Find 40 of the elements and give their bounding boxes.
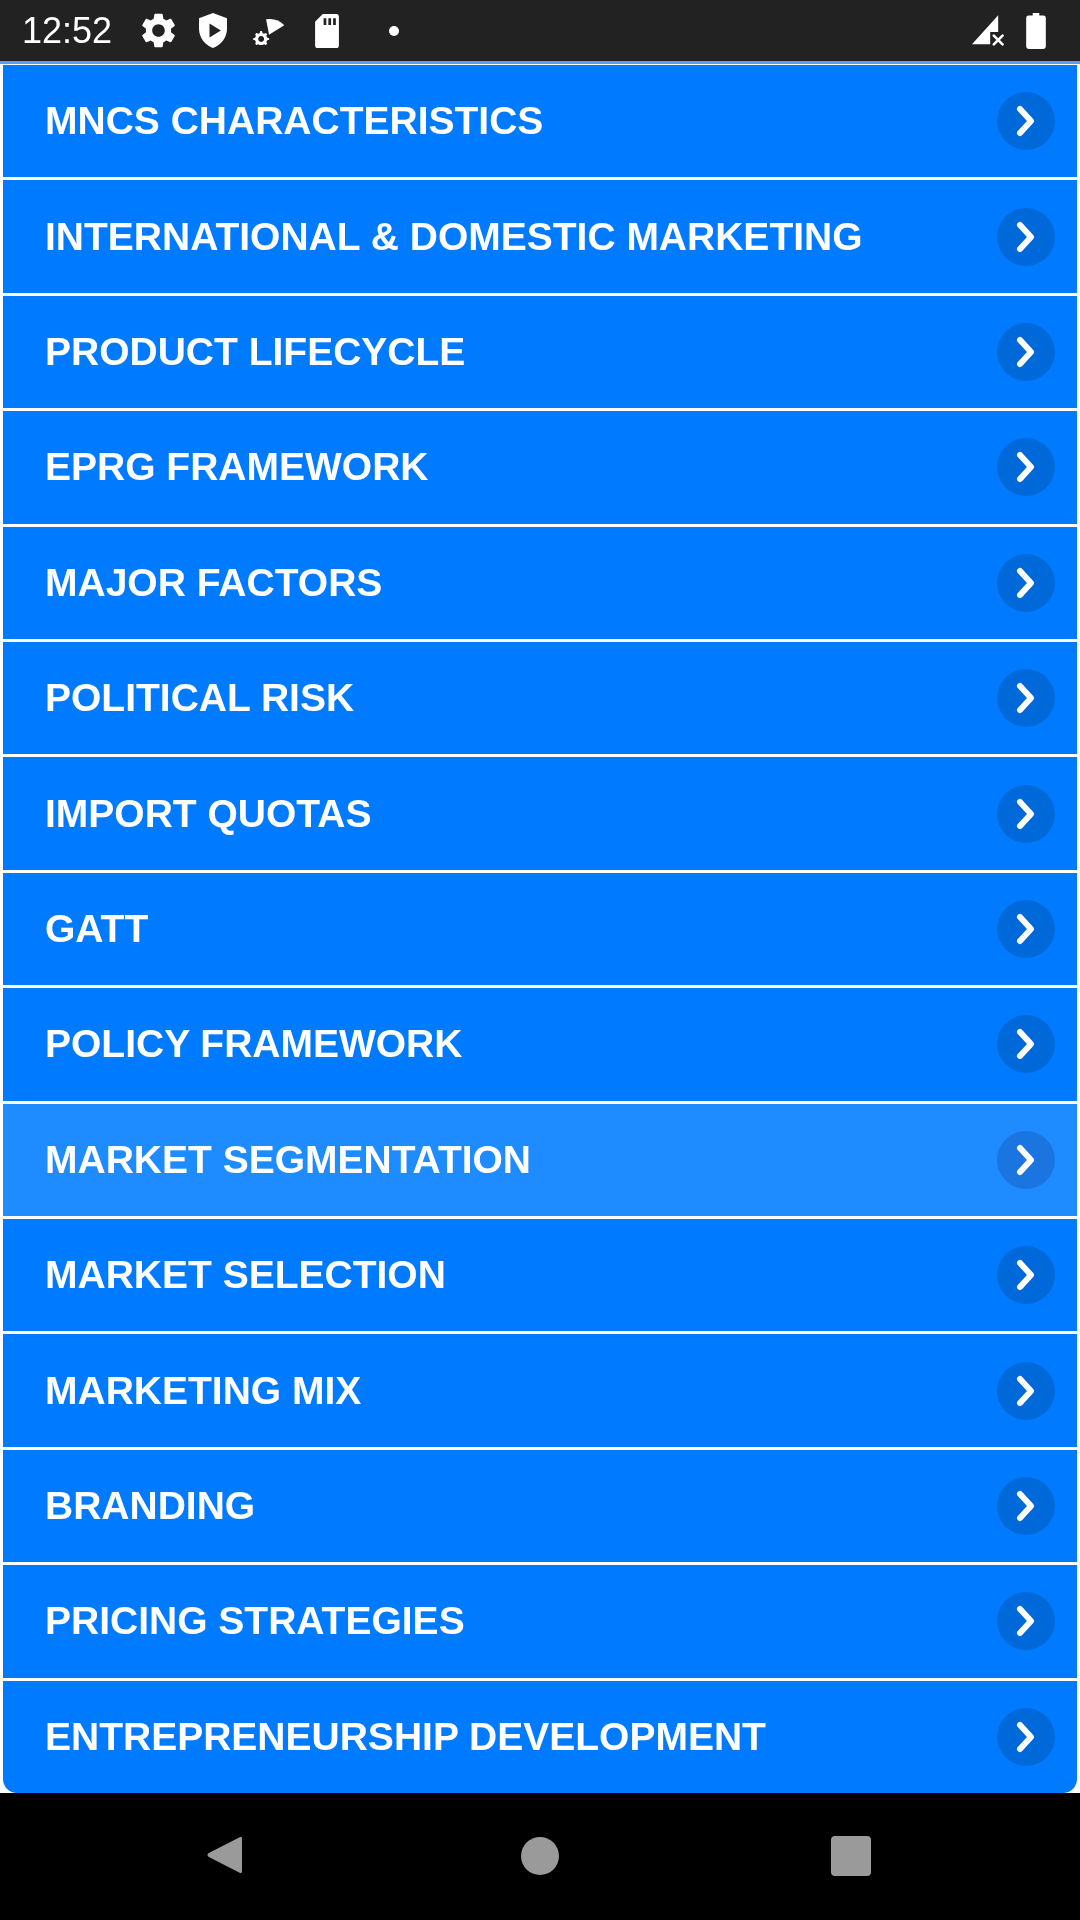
dot-icon: [389, 25, 400, 36]
topic-list-item[interactable]: INTERNATIONAL & DOMESTIC MARKETING: [3, 180, 1077, 293]
topic-list-item[interactable]: MARKET SEGMENTATION: [3, 1103, 1077, 1217]
chevron-right-icon: [997, 1477, 1055, 1536]
topic-list-item[interactable]: BRANDING: [3, 1449, 1077, 1563]
topic-list-item[interactable]: POLITICAL RISK: [3, 642, 1077, 755]
topic-list-item[interactable]: MAJOR FACTORS: [3, 526, 1077, 640]
chevron-right-icon: [997, 784, 1055, 843]
wifi-gear-icon: [253, 16, 286, 45]
topic-list-item[interactable]: ENTREPRENEURSHIP DEVELOPMENT: [3, 1680, 1077, 1794]
chevron-right-icon: [997, 553, 1055, 612]
topic-list-item[interactable]: GATT: [3, 872, 1077, 986]
chevron-right-icon: [997, 1361, 1055, 1420]
chevron-right-icon: [997, 1707, 1055, 1766]
chevron-right-icon: [997, 323, 1055, 381]
signal-icon: [972, 15, 1004, 46]
chevron-right-icon: [997, 1130, 1055, 1189]
topic-list-item[interactable]: POLICY FRAMEWORK: [3, 988, 1077, 1101]
clock-time: 12:52: [22, 9, 113, 52]
topic-list-item[interactable]: MNCS CHARACTERISTICS: [3, 65, 1077, 178]
chevron-right-icon: [997, 1015, 1055, 1074]
topic-list-item[interactable]: PRICING STRATEGIES: [3, 1565, 1077, 1678]
shield-play-icon: [199, 13, 228, 48]
sd-card-icon: [315, 13, 340, 48]
home-icon[interactable]: [521, 1837, 559, 1875]
chevron-right-icon: [997, 92, 1055, 151]
chevron-right-icon: [997, 1246, 1055, 1305]
chevron-right-icon: [997, 438, 1055, 497]
chevron-right-icon: [997, 1592, 1055, 1651]
topic-list-item[interactable]: MARKET SELECTION: [3, 1219, 1077, 1332]
chevron-right-icon: [997, 207, 1055, 266]
back-icon[interactable]: [206, 1835, 242, 1875]
battery-icon: [1026, 12, 1046, 49]
topic-list-item[interactable]: PRODUCT LIFECYCLE: [3, 295, 1077, 409]
chevron-right-icon: [997, 900, 1055, 959]
topic-list-item[interactable]: IMPORT QUOTAS: [3, 757, 1077, 870]
settings-icon: [142, 13, 176, 48]
chevron-right-icon: [997, 669, 1055, 728]
topic-list-item[interactable]: EPRG FRAMEWORK: [3, 411, 1077, 524]
topic-list-item[interactable]: MARKETING MIX: [3, 1334, 1077, 1447]
